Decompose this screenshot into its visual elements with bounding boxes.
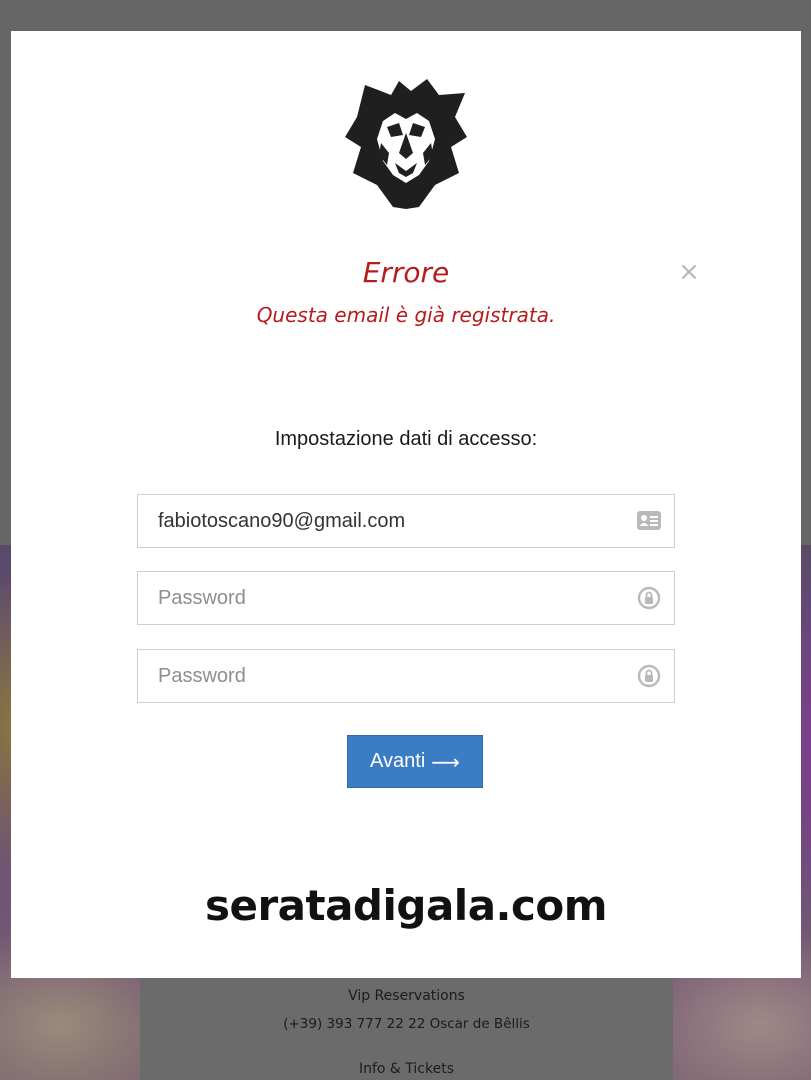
email-field [137,494,675,548]
vip-contact: (+39) 393 777 22 22 Oscar de Bêllis [283,1016,530,1032]
background-footer: Vip Reservations (+39) 393 777 22 22 Osc… [140,978,673,1080]
password-input[interactable] [138,572,674,624]
registration-modal: × Errore Questa email è già registrata. … [11,31,801,978]
next-button[interactable]: Avanti ⟶ [347,735,483,788]
lion-head-icon [345,79,467,209]
info-tickets-label: Info & Tickets [358,1061,455,1077]
arrow-right-icon: ⟶ [431,749,460,774]
error-title: Errore [362,256,450,289]
vip-reservations-label: Vip Reservations [348,988,465,1004]
password-confirm-field [137,649,675,703]
access-settings-label: Impostazione dati di accesso: [274,428,538,450]
password-field [137,571,675,625]
email-input[interactable] [138,495,674,547]
next-button-label: Avanti [370,750,426,772]
lock-icon [637,664,661,688]
password-confirm-input[interactable] [138,650,674,702]
contact-card-icon [637,511,661,530]
brand-wordmark: seratadigala.com [204,881,608,930]
lock-icon [637,586,661,610]
error-message: Questa email è già registrata. [256,303,556,327]
